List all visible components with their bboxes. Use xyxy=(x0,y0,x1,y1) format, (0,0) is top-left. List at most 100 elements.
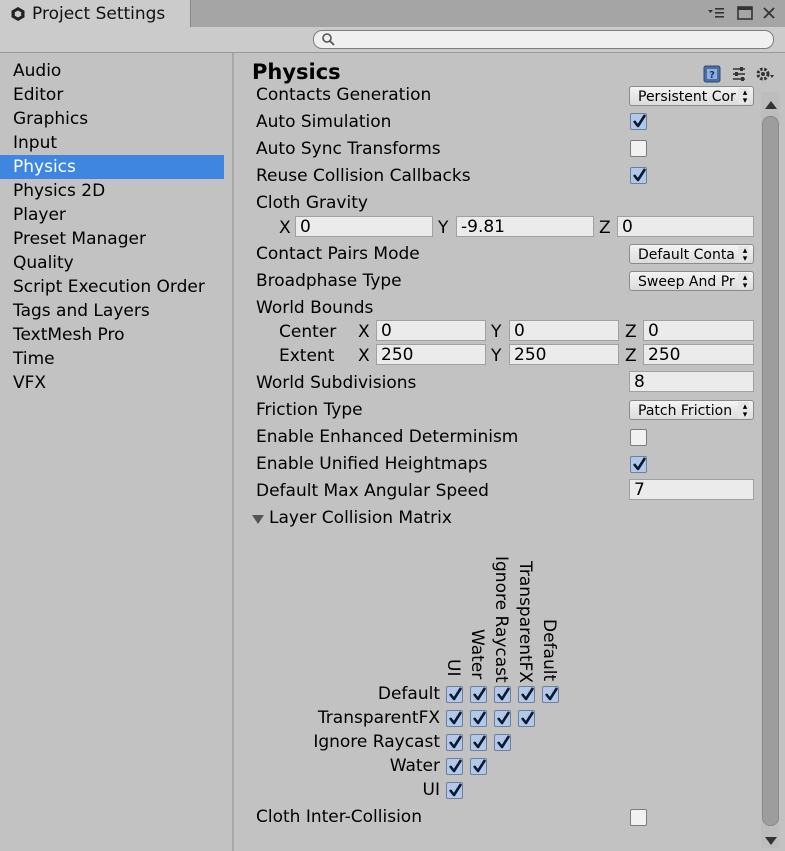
matrix-cell-checkbox[interactable] xyxy=(470,686,487,703)
matrix-cell-checkbox[interactable] xyxy=(518,686,535,703)
sidebar-item-time[interactable]: Time xyxy=(0,347,224,371)
dropdown-arrow-icon: ▴▾ xyxy=(738,402,750,418)
matrix-cell-checkbox[interactable] xyxy=(518,710,535,727)
extent-x-field[interactable]: 250 xyxy=(376,344,486,365)
sidebar-item-tags-and-layers[interactable]: Tags and Layers xyxy=(0,299,224,323)
auto-simulation-checkbox[interactable] xyxy=(630,113,647,130)
matrix-column-default: Default xyxy=(539,619,559,682)
sidebar-item-graphics[interactable]: Graphics xyxy=(0,107,224,131)
dropdown-arrow-icon: ▴▾ xyxy=(738,246,750,262)
auto-simulation-label: Auto Simulation xyxy=(256,112,392,132)
unity-logo-icon xyxy=(11,6,25,21)
maximize-icon[interactable] xyxy=(735,3,755,23)
matrix-cell-checkbox[interactable] xyxy=(494,734,511,751)
cloth-inter-collision-checkbox[interactable] xyxy=(630,809,647,826)
default-max-angular-speed-field[interactable]: 7 xyxy=(629,479,754,500)
cloth-gravity-y-label: Y xyxy=(438,218,449,238)
matrix-column-transparentfx: TransparentFX xyxy=(515,561,535,684)
broadphase-type-label: Broadphase Type xyxy=(256,271,402,291)
matrix-row-default: Default xyxy=(377,684,440,704)
scroll-up-icon[interactable] xyxy=(764,96,778,115)
extent-y-field[interactable]: 250 xyxy=(509,344,619,365)
sidebar-item-vfx[interactable]: VFX xyxy=(0,371,224,395)
scrollbar-thumb[interactable] xyxy=(762,116,779,826)
sidebar-item-script-execution-order[interactable]: Script Execution Order xyxy=(0,275,224,299)
contact-pairs-mode-dropdown[interactable]: Default Conta ▴▾ xyxy=(629,244,754,264)
cloth-gravity-x-field[interactable]: 0 xyxy=(295,216,433,237)
matrix-cell-checkbox[interactable] xyxy=(446,734,463,751)
cloth-gravity-y-field[interactable]: -9.81 xyxy=(456,216,594,237)
matrix-cell-checkbox[interactable] xyxy=(494,710,511,727)
contacts-generation-dropdown[interactable]: Persistent Cor ▴▾ xyxy=(629,86,754,106)
presets-icon[interactable] xyxy=(729,64,749,84)
default-max-angular-speed-label: Default Max Angular Speed xyxy=(256,481,489,501)
matrix-cell-checkbox[interactable] xyxy=(470,710,487,727)
search-input[interactable] xyxy=(340,31,760,48)
page-title: Physics xyxy=(252,60,341,84)
auto-sync-transforms-checkbox[interactable] xyxy=(630,140,647,157)
contacts-generation-value: Persistent Cor xyxy=(638,89,736,105)
matrix-row-transparentfx: TransparentFX xyxy=(317,708,440,728)
matrix-cell-checkbox[interactable] xyxy=(446,782,463,799)
unified-heightmaps-label: Enable Unified Heightmaps xyxy=(256,454,488,474)
enhanced-determinism-checkbox[interactable] xyxy=(630,429,647,446)
dropdown-arrow-icon: ▴▾ xyxy=(738,88,750,104)
cloth-inter-collision-label: Cloth Inter-Collision xyxy=(256,807,422,827)
center-z-field[interactable]: 0 xyxy=(643,320,754,341)
cloth-gravity-z-field[interactable]: 0 xyxy=(617,216,754,237)
center-y-field[interactable]: 0 xyxy=(509,320,619,341)
matrix-cell-checkbox[interactable] xyxy=(542,686,559,703)
cloth-gravity-x-label: X xyxy=(279,218,291,238)
sidebar-item-preset-manager[interactable]: Preset Manager xyxy=(0,227,224,251)
close-icon[interactable] xyxy=(759,3,779,23)
auto-sync-transforms-label: Auto Sync Transforms xyxy=(256,139,441,159)
sidebar-item-quality[interactable]: Quality xyxy=(0,251,224,275)
cloth-gravity-z-label: Z xyxy=(599,218,611,238)
broadphase-type-dropdown[interactable]: Sweep And Pr ▴▾ xyxy=(629,271,754,291)
extent-x-label: X xyxy=(358,346,370,366)
search-icon xyxy=(322,33,335,46)
matrix-cell-checkbox[interactable] xyxy=(446,686,463,703)
menu-icon[interactable] xyxy=(706,3,726,23)
help-icon[interactable]: ? xyxy=(702,64,722,84)
tab-title: Project Settings xyxy=(32,3,166,24)
extent-z-field[interactable]: 250 xyxy=(643,344,754,365)
matrix-row-water: Water xyxy=(389,756,440,776)
matrix-column-ignore-raycast: Ignore Raycast xyxy=(491,556,511,683)
gear-icon[interactable] xyxy=(755,64,775,84)
center-x-label: X xyxy=(358,322,370,342)
matrix-cell-checkbox[interactable] xyxy=(494,686,511,703)
sidebar-item-player[interactable]: Player xyxy=(0,203,224,227)
sidebar-item-editor[interactable]: Editor xyxy=(0,83,224,107)
matrix-row-ignore-raycast: Ignore Raycast xyxy=(313,732,440,752)
sidebar-item-audio[interactable]: Audio xyxy=(0,59,224,83)
broadphase-type-value: Sweep And Pr xyxy=(638,274,735,290)
reuse-collision-callbacks-label: Reuse Collision Callbacks xyxy=(256,166,471,186)
contacts-generation-label: Contacts Generation xyxy=(256,85,432,105)
enhanced-determinism-label: Enable Enhanced Determinism xyxy=(256,427,519,447)
foldout-triangle-icon[interactable] xyxy=(251,511,265,530)
sidebar-item-physics[interactable]: Physics xyxy=(0,155,224,179)
scroll-down-icon[interactable] xyxy=(764,832,778,851)
sidebar-item-textmesh-pro[interactable]: TextMesh Pro xyxy=(0,323,224,347)
contact-pairs-mode-value: Default Conta xyxy=(638,247,735,263)
search-field[interactable] xyxy=(313,30,774,49)
world-subdivisions-field[interactable]: 8 xyxy=(629,371,754,392)
sidebar-item-input[interactable]: Input xyxy=(0,131,224,155)
center-z-label: Z xyxy=(625,322,637,342)
unified-heightmaps-checkbox[interactable] xyxy=(630,456,647,473)
sidebar-item-physics-2d[interactable]: Physics 2D xyxy=(0,179,224,203)
matrix-cell-checkbox[interactable] xyxy=(470,758,487,775)
friction-type-label: Friction Type xyxy=(256,400,363,420)
matrix-cell-checkbox[interactable] xyxy=(446,758,463,775)
reuse-collision-callbacks-checkbox[interactable] xyxy=(630,167,647,184)
world-bounds-extent-label: Extent xyxy=(279,346,335,366)
world-subdivisions-label: World Subdivisions xyxy=(256,373,417,393)
sidebar: Audio Editor Graphics Input Physics Phys… xyxy=(0,53,234,851)
friction-type-dropdown[interactable]: Patch Friction ▴▾ xyxy=(629,400,754,420)
matrix-column-water: Water xyxy=(467,629,487,680)
tab-project-settings[interactable]: Project Settings xyxy=(0,0,191,27)
matrix-cell-checkbox[interactable] xyxy=(470,734,487,751)
matrix-cell-checkbox[interactable] xyxy=(446,710,463,727)
center-x-field[interactable]: 0 xyxy=(376,320,486,341)
